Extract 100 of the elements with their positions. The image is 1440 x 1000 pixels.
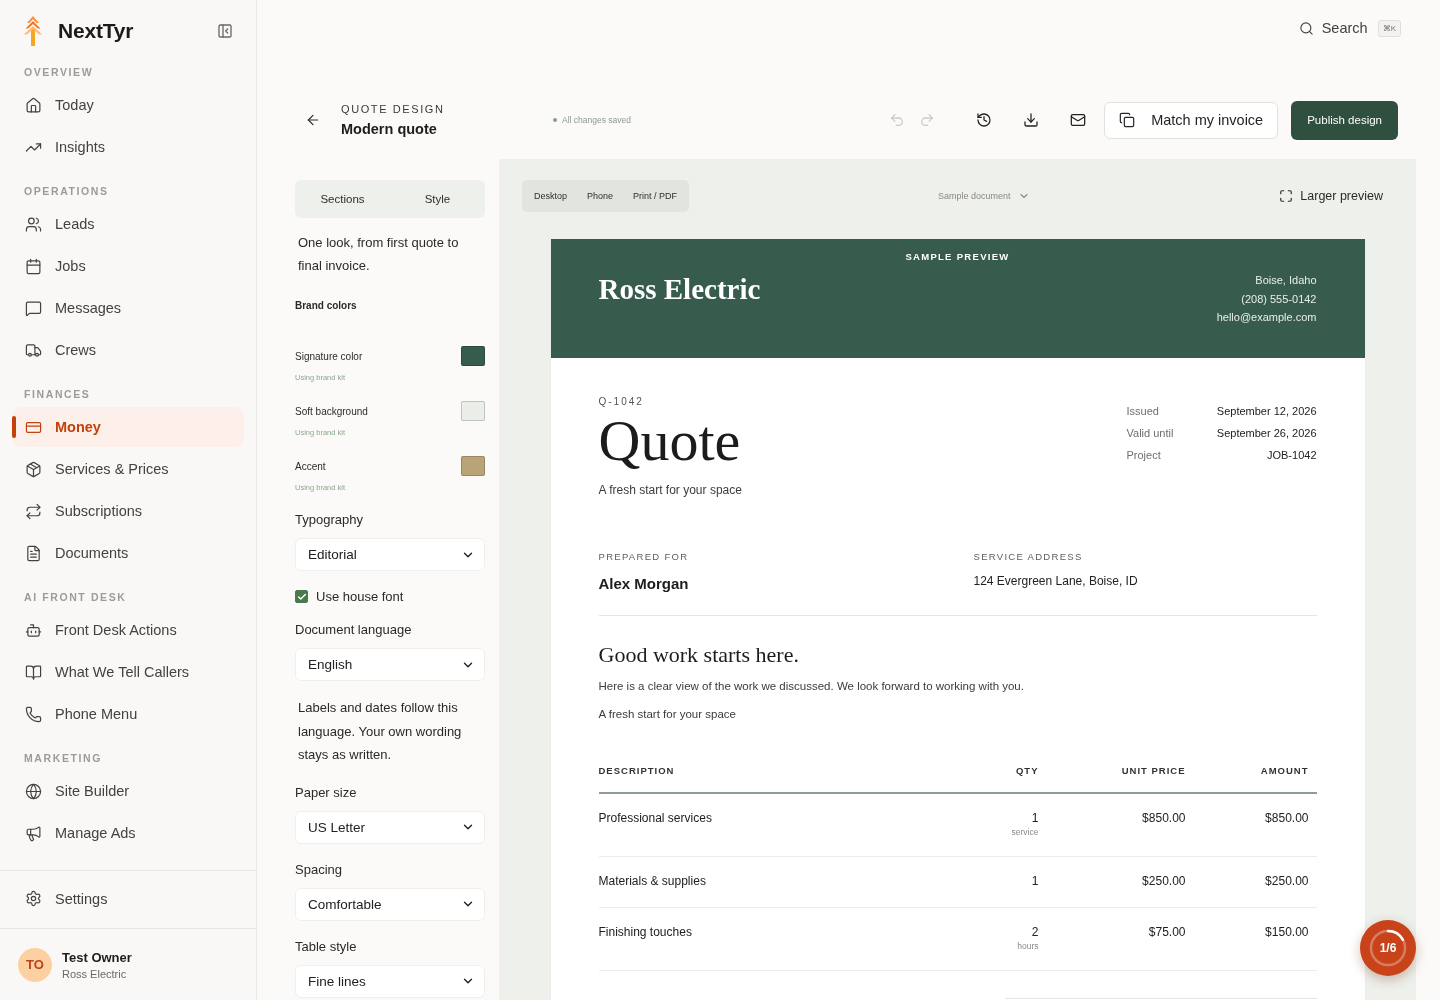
table-cell: 2 xyxy=(1031,924,1039,940)
message-text: Here is a clear view of the work we discussed. We look forward to working with you. xyxy=(598,679,1025,694)
book-icon xyxy=(25,663,42,681)
field-caption: SERVICE ADDRESS xyxy=(973,551,1083,563)
group-heading: Brand colors xyxy=(295,299,358,313)
section-heading: OPERATIONS xyxy=(23,184,110,199)
field-label: Document language xyxy=(295,621,413,639)
page-title: Modern quote xyxy=(341,121,438,137)
tab[interactable]: Sections xyxy=(295,180,390,218)
document-title: Quote xyxy=(598,410,742,472)
device-tab[interactable]: Desktop xyxy=(524,180,578,212)
field-label: Table style xyxy=(295,937,358,956)
nav-item[interactable]: Front Desk Actions xyxy=(12,610,244,650)
company-name: Ross Electric xyxy=(62,967,128,980)
meta-label: Issued xyxy=(1126,405,1160,417)
section-heading: MARKETING xyxy=(23,751,103,766)
check-icon xyxy=(296,591,307,602)
table-cell-text: $150.00 xyxy=(1265,924,1309,941)
table-cell-text: $850.00 xyxy=(1265,810,1309,827)
contact-line: (208) 555-0142 xyxy=(1241,291,1317,307)
nav-item[interactable]: Today xyxy=(12,85,244,125)
megaphone-icon xyxy=(25,824,42,842)
color-swatch-icon[interactable] xyxy=(461,401,485,421)
nav-item[interactable]: Phone Menu xyxy=(12,694,244,734)
device-tab[interactable]: Phone xyxy=(577,180,624,212)
search-button[interactable]: Search ⌘K xyxy=(1298,19,1401,37)
field-label: Spacing xyxy=(295,860,343,879)
quote-number: Q-1042 xyxy=(598,396,645,408)
nav-item[interactable]: Settings xyxy=(12,878,244,919)
select-field[interactable]: English xyxy=(295,648,485,681)
unit-label: service xyxy=(1011,827,1039,838)
preview-label: SAMPLE PREVIEW xyxy=(904,250,1011,264)
message-heading: Good work starts here. xyxy=(598,642,800,668)
status-dot-icon xyxy=(553,118,557,122)
logo-icon xyxy=(24,16,42,46)
shortcut-key: ⌘K xyxy=(1377,19,1401,37)
publish-button[interactable]: Publish design xyxy=(1291,100,1398,140)
color-label: Signature color xyxy=(295,350,363,362)
select-field[interactable]: Editorial xyxy=(295,538,485,571)
column-header: DESCRIPTION xyxy=(598,764,675,778)
nav-item[interactable]: Leads xyxy=(12,204,244,244)
collapse-sidebar-button[interactable] xyxy=(217,23,233,39)
table-cell: 1 xyxy=(1031,810,1039,826)
match-invoice-button[interactable]: Match my invoice xyxy=(1104,101,1279,139)
robot-icon xyxy=(25,621,42,639)
color-swatch-icon[interactable] xyxy=(461,456,485,476)
nav-item[interactable]: Jobs xyxy=(12,246,244,286)
larger-preview-button[interactable]: Larger preview xyxy=(1279,189,1383,203)
section-heading: AI FRONT DESK xyxy=(23,590,128,605)
nav-item[interactable]: Services & Prices xyxy=(12,449,244,489)
sidebar-panel-icon xyxy=(217,23,233,39)
meta-value: September 26, 2026 xyxy=(1215,427,1317,439)
people-icon xyxy=(25,215,42,233)
table-cell-text: $850.00 xyxy=(1142,810,1186,827)
checkbox[interactable] xyxy=(295,590,308,603)
meta-value: JOB-1042 xyxy=(1265,449,1317,461)
brand-name: NextTyr xyxy=(58,19,134,43)
box-icon xyxy=(25,460,42,478)
search-icon xyxy=(1298,20,1314,36)
nav-item[interactable]: Messages xyxy=(12,288,244,328)
contact-line: Boise, Idaho xyxy=(1255,273,1317,288)
company-name: Ross Electric xyxy=(598,272,761,307)
column-header: QTY xyxy=(1015,764,1039,778)
copy-icon xyxy=(1119,112,1136,128)
device-tab[interactable]: Print / PDF xyxy=(623,180,688,212)
nav-item[interactable]: Money xyxy=(12,407,244,447)
field-label: Paper size xyxy=(295,783,358,802)
checkbox-label: Use house font xyxy=(316,589,404,604)
color-label: Soft background xyxy=(295,405,368,417)
meta-label: Valid until xyxy=(1126,427,1175,439)
tab[interactable]: Style xyxy=(390,180,485,218)
nav-item[interactable]: Crews xyxy=(12,330,244,370)
nav-item[interactable]: What We Tell Callers xyxy=(12,652,244,692)
nav-item[interactable]: Subscriptions xyxy=(12,491,244,531)
column-header: UNIT PRICE xyxy=(1121,764,1186,778)
color-swatch-icon[interactable] xyxy=(461,346,485,366)
table-cell: 1 xyxy=(1031,873,1039,889)
nav-item[interactable]: Manage Ads xyxy=(12,813,244,853)
table-cell-text: Professional services xyxy=(598,810,712,827)
meta-value: September 12, 2026 xyxy=(1215,405,1317,417)
truck-icon xyxy=(25,341,42,359)
nav-item[interactable]: Documents xyxy=(12,533,244,573)
back-button[interactable] xyxy=(305,112,321,128)
expand-corners-icon xyxy=(1279,189,1294,203)
table-cell: Materials & supplies xyxy=(598,873,706,889)
select-field[interactable]: Comfortable xyxy=(295,887,485,921)
tagline-text: A fresh start for your space xyxy=(598,707,737,722)
client-name: Alex Morgan xyxy=(598,574,689,594)
service-address: 124 Evergreen Lane, Boise, ID xyxy=(973,573,1138,589)
calendar-icon xyxy=(25,257,42,275)
back-arrow-icon xyxy=(305,112,321,128)
field-caption: PREPARED FOR xyxy=(598,551,689,563)
select-field[interactable]: US Letter xyxy=(295,810,485,844)
meta-label: Project xyxy=(1126,449,1162,461)
nav-item[interactable]: Insights xyxy=(12,127,244,167)
nav-item[interactable]: Site Builder xyxy=(12,771,244,811)
intro-text: One look, from first quote to final invoice. xyxy=(298,234,460,275)
user-name: Test Owner xyxy=(62,949,132,965)
select-field[interactable]: Fine lines xyxy=(295,964,485,998)
chat-bubble-icon xyxy=(25,299,42,317)
